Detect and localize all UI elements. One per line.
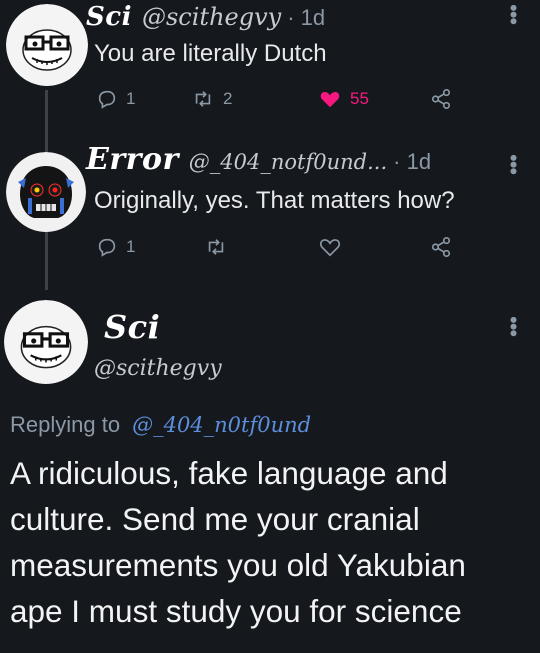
author-handle[interactable]: @scithegvy: [94, 356, 222, 381]
tweet-header: Sci @scithegvy · 1d: [86, 2, 325, 32]
author-name[interactable]: Error: [86, 142, 179, 177]
main-tweet-text: A ridiculous, fake language and culture.…: [10, 450, 535, 634]
replying-to-mention[interactable]: @_404_n0tf0und: [132, 413, 311, 437]
author-handle[interactable]: @scithegvy: [142, 3, 281, 31]
like-icon: [319, 239, 341, 257]
author-name[interactable]: Sci: [86, 2, 132, 32]
author-name[interactable]: Sci: [104, 308, 160, 346]
retweet-count: 2: [223, 89, 233, 108]
share-icon: [431, 89, 451, 109]
avatar[interactable]: [4, 300, 88, 384]
share-button[interactable]: [430, 236, 452, 258]
tweet-header: Error @_404_notf0und... · 1d: [86, 142, 431, 177]
like-button[interactable]: [318, 236, 342, 258]
share-icon: [431, 237, 451, 257]
retweet-icon: [208, 239, 224, 255]
reply-button[interactable]: 1: [96, 88, 135, 110]
more-icon[interactable]: •••: [501, 4, 526, 24]
share-button[interactable]: [430, 88, 452, 110]
more-icon[interactable]: •••: [501, 316, 526, 336]
avatar[interactable]: [6, 4, 88, 86]
retweet-icon: [195, 91, 211, 107]
thread-page: Sci @scithegvy · 1d ••• You are literall…: [0, 0, 540, 653]
reply-count: 1: [126, 89, 136, 108]
more-icon[interactable]: •••: [501, 154, 526, 174]
retweet-button[interactable]: [204, 236, 228, 258]
replying-to-line: Replying to @_404_n0tf0und: [10, 412, 311, 438]
reply-icon: [98, 90, 116, 109]
tweet-time[interactable]: · 1d: [393, 149, 431, 175]
like-icon: [320, 91, 340, 108]
tweet-actions: 1 2 55: [96, 88, 466, 118]
like-button[interactable]: 55: [318, 88, 369, 110]
avatar[interactable]: [6, 152, 86, 232]
retweet-button[interactable]: 2: [191, 88, 232, 110]
tweet-actions: 1: [96, 236, 466, 266]
reply-button[interactable]: 1: [96, 236, 135, 258]
main-tweet-line: culture. Send me your cranial: [10, 501, 420, 537]
author-handle[interactable]: @_404_notf0und...: [189, 150, 387, 174]
reply-icon: [98, 238, 116, 257]
reply-count: 1: [126, 237, 136, 256]
main-tweet-line: measurements you old Yakubian: [10, 547, 466, 583]
replying-label: Replying to: [10, 412, 121, 437]
tweet-time[interactable]: · 1d: [287, 5, 325, 31]
like-count: 55: [350, 89, 369, 108]
tweet-text: Originally, yes. That matters how?: [94, 187, 455, 214]
tweet-text: You are literally Dutch: [94, 40, 327, 67]
main-tweet-line: A ridiculous, fake language and: [10, 455, 448, 491]
main-tweet-line: ape I must study you for science: [10, 593, 462, 629]
